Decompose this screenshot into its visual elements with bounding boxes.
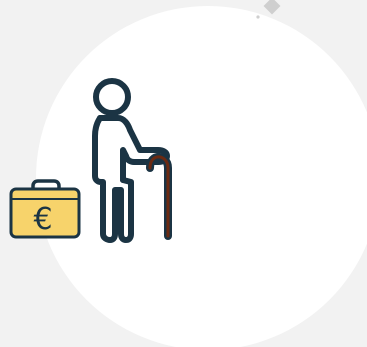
background-circle: [36, 6, 367, 347]
pension-illustration: €: [0, 0, 367, 347]
euro-symbol: €: [33, 202, 52, 237]
euro-briefcase-icon: €: [9, 179, 81, 239]
illustration-canvas: €: [9, 0, 367, 347]
